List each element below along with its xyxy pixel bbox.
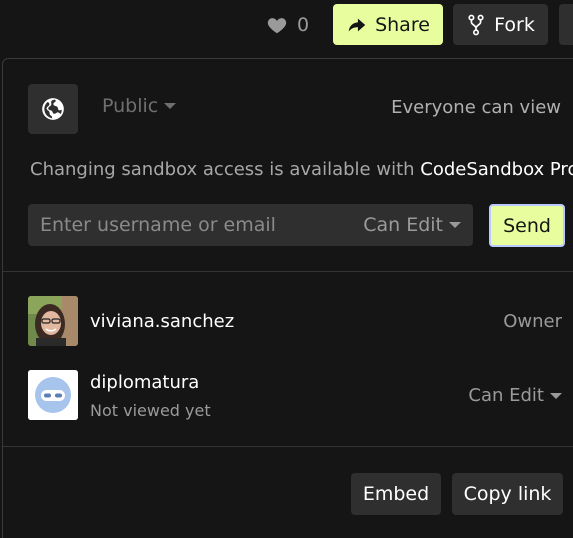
invite-field: Can Edit	[28, 204, 473, 246]
member-name: viviana.sanchez	[90, 311, 235, 332]
member-role: Owner	[503, 311, 562, 332]
share-popover: Public Everyone can view Changing sandbo…	[2, 58, 573, 538]
copy-link-button[interactable]: Copy link	[452, 473, 563, 515]
more-button[interactable]	[559, 4, 573, 45]
username-email-input[interactable]	[28, 204, 348, 246]
member-permission-value: Can Edit	[468, 385, 544, 406]
user-photo-avatar	[28, 296, 78, 346]
invite-permission-value: Can Edit	[363, 214, 443, 236]
avatar	[28, 370, 78, 420]
visibility-select[interactable]: Public	[102, 95, 177, 117]
chevron-down-icon	[449, 222, 461, 228]
fork-label: Fork	[494, 13, 535, 36]
member-row: diplomatura Not viewed yet Can Edit	[28, 370, 573, 422]
member-permission-select[interactable]: Can Edit	[468, 385, 562, 406]
pro-upgrade-note: Changing sandbox access is available wit…	[30, 159, 573, 180]
fork-button[interactable]: Fork	[453, 4, 548, 45]
send-button[interactable]: Send	[489, 204, 565, 247]
share-label: Share	[375, 13, 430, 36]
divider	[3, 446, 573, 447]
pro-note-text: Changing sandbox access is available wit…	[30, 159, 421, 180]
fork-icon	[468, 14, 484, 35]
visibility-value: Public	[102, 95, 159, 117]
member-status: Not viewed yet	[90, 401, 211, 420]
heart-icon	[267, 18, 287, 34]
chevron-down-icon	[164, 103, 177, 109]
embed-button[interactable]: Embed	[351, 473, 441, 515]
top-bar: 0 Share Fork	[0, 0, 573, 52]
pro-brand-text: CodeSandbox Pro	[420, 159, 573, 180]
share-arrow-icon	[348, 18, 366, 31]
like-button[interactable]: 0	[266, 12, 309, 38]
invite-permission-select[interactable]: Can Edit	[363, 214, 461, 236]
globe-icon	[42, 98, 64, 120]
divider	[3, 271, 573, 272]
avatar	[28, 296, 78, 346]
bot-avatar	[28, 370, 78, 420]
like-count: 0	[297, 14, 310, 36]
visibility-icon-box	[28, 84, 78, 134]
visibility-note: Everyone can view	[391, 97, 561, 118]
member-name: diplomatura	[90, 372, 200, 393]
member-row: viviana.sanchez Owner	[28, 296, 573, 348]
share-button[interactable]: Share	[333, 4, 443, 45]
chevron-down-icon	[550, 392, 562, 399]
